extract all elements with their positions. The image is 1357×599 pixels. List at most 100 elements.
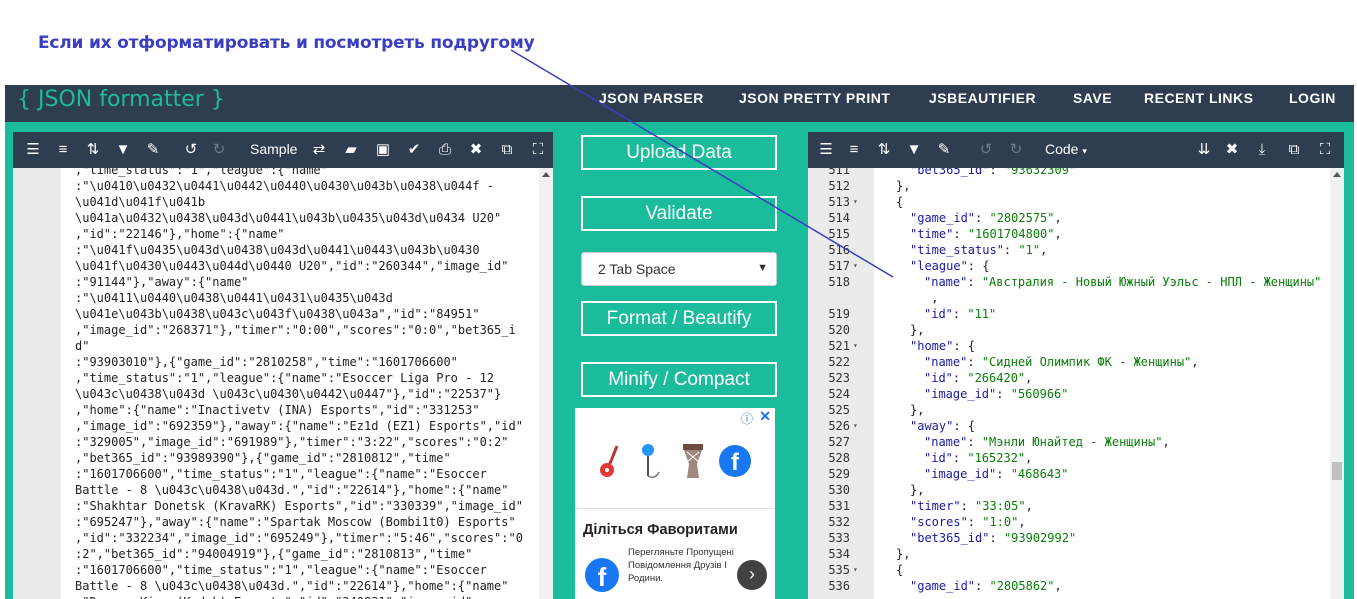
json-key: "home"	[910, 339, 954, 353]
json-key: "name"	[924, 355, 968, 369]
json-key: "name"	[924, 275, 968, 289]
scroll-thumb[interactable]	[1332, 462, 1342, 480]
json-key: "scores"	[910, 515, 968, 529]
fold-toggle-icon[interactable]: ▾	[853, 194, 858, 210]
filter-icon[interactable]: ▼	[113, 140, 133, 160]
sample-button[interactable]: Sample	[250, 141, 297, 157]
scroll-up-arrow-icon[interactable]	[542, 172, 550, 177]
json-key: "away"	[910, 419, 954, 433]
code-text: "league": {	[910, 259, 990, 273]
line-number: 514	[828, 211, 850, 225]
redo-icon[interactable]: ↻	[1006, 140, 1026, 160]
copy-icon[interactable]: ⧉	[1284, 140, 1304, 160]
raw-json-text: ,"time_status":"1","league":{"name" :"\u…	[75, 168, 523, 599]
ad-divider	[575, 508, 775, 509]
sort-icon[interactable]: ⇅	[874, 140, 894, 160]
check-icon[interactable]: ✔	[404, 140, 424, 160]
fold-toggle-icon[interactable]: ▾	[853, 258, 858, 274]
line-number: 519	[828, 307, 850, 321]
code-text: "id": "165232",	[924, 451, 1033, 465]
fold-toggle-icon[interactable]: ▾	[853, 418, 858, 434]
code-line: 515 "time": "1601704800",	[808, 226, 1328, 242]
fold-toggle-icon[interactable]: ▾	[853, 562, 858, 578]
json-key: "bet365_id"	[910, 168, 990, 177]
upload-data-button[interactable]: Upload Data	[581, 135, 777, 170]
input-panel: ☰ ≡ ⇅ ▼ ✎ ↺ ↻ Sample ⇄ ▰ ▣ ✔ ⎙ ✖ ⧉ ⛶ ,"t…	[13, 132, 553, 599]
redo-icon[interactable]: ↻	[209, 140, 229, 160]
advertisement[interactable]: ⓘ ✕ f Діліться Фаворитами f Перегляньте …	[575, 408, 775, 599]
usb-icon[interactable]: ⇄	[309, 140, 329, 160]
scroll-up-arrow-icon[interactable]	[1333, 172, 1341, 177]
json-key: "id"	[924, 371, 953, 385]
ad-close-icon[interactable]: ✕	[759, 408, 771, 425]
compact-icon[interactable]: ≡	[844, 140, 864, 160]
nav-json-parser[interactable]: JSON PARSER	[599, 90, 704, 106]
undo-icon[interactable]: ↺	[976, 140, 996, 160]
wrench-icon[interactable]: ✎	[934, 140, 954, 160]
folder-open-icon[interactable]: ▰	[341, 140, 361, 160]
wrench-icon[interactable]: ✎	[143, 140, 163, 160]
mode-select[interactable]: Code ▾	[1045, 141, 1087, 157]
json-key: "name"	[924, 435, 968, 449]
validate-button[interactable]: Validate	[581, 196, 777, 231]
code-line: 523 "id": "266420",	[808, 370, 1328, 386]
minify-compact-button[interactable]: Minify / Compact	[581, 362, 777, 397]
fullscreen-icon[interactable]: ⛶	[528, 140, 548, 160]
input-scrollbar[interactable]	[539, 168, 553, 599]
clear-icon[interactable]: ✖	[466, 140, 486, 160]
print-icon[interactable]: ⎙	[435, 140, 455, 160]
compact-icon[interactable]: ≡	[53, 140, 73, 160]
fold-toggle-icon[interactable]: ▾	[853, 338, 858, 354]
code-text: "name": "Австралия - Новый Южный Уэльс -…	[924, 275, 1322, 289]
tab-space-select[interactable]: 2 Tab Space ▼	[581, 252, 777, 286]
nav-jsbeautifier[interactable]: JSBEAUTIFIER	[929, 90, 1036, 106]
nav-save[interactable]: SAVE	[1073, 90, 1112, 106]
fullscreen-icon[interactable]: ⛶	[1315, 140, 1335, 160]
code-text: "away": {	[910, 419, 976, 433]
format-icon[interactable]: ☰	[816, 140, 836, 160]
code-line: 513 ▾ {	[808, 194, 1328, 210]
copy-icon[interactable]: ⧉	[497, 140, 517, 160]
sort-icon[interactable]: ⇅	[83, 140, 103, 160]
ad-next-icon[interactable]: ›	[737, 560, 767, 590]
code-line: 516 "time_status": "1",	[808, 242, 1328, 258]
microphone-icon	[637, 442, 663, 482]
code-line: 521 ▾ "home": {	[808, 338, 1328, 354]
json-key: "game_id"	[910, 211, 976, 225]
code-line: 528 "id": "165232",	[808, 450, 1328, 466]
json-key: "time_status"	[910, 243, 1004, 257]
output-panel: ☰ ≡ ⇅ ▼ ✎ ↺ ↻ Code ▾ ⇊ ✖ ⤓ ⧉ ⛶ 511 "bet36…	[808, 132, 1344, 599]
ad-info-icon[interactable]: ⓘ	[741, 410, 753, 427]
save-icon[interactable]: ▣	[373, 140, 393, 160]
site-logo[interactable]: { JSON formatter }	[17, 87, 225, 112]
nav-json-pretty-print[interactable]: JSON PRETTY PRINT	[739, 90, 890, 106]
undo-icon[interactable]: ↺	[181, 140, 201, 160]
line-number: 518	[828, 275, 850, 289]
collapse-icon[interactable]: ⇊	[1194, 140, 1214, 160]
output-editor[interactable]: 511 "bet365_id": "93632309" 512}, 513 ▾{514 "…	[808, 168, 1344, 599]
code-line: 511 "bet365_id": "93632309"	[808, 168, 1328, 178]
code-text: "image_id": "468643"	[924, 467, 1069, 481]
input-editor[interactable]: ,"time_status":"1","league":{"name" :"\u…	[13, 168, 553, 599]
format-icon[interactable]: ☰	[23, 140, 43, 160]
nav-login[interactable]: LOGIN	[1289, 90, 1336, 106]
input-gutter	[13, 168, 61, 599]
line-number: 523	[828, 371, 850, 385]
code-text: "bet365_id": "93902992"	[910, 531, 1077, 545]
line-number: 511	[828, 168, 850, 177]
nav-recent-links[interactable]: RECENT LINKS	[1144, 90, 1253, 106]
code-line: 531 "timer": "33:05",	[808, 498, 1328, 514]
json-value: "Мэнли Юнайтед - Женщины"	[981, 435, 1163, 449]
clear-icon[interactable]: ✖	[1222, 140, 1242, 160]
output-scrollbar[interactable]	[1330, 168, 1344, 599]
filter-icon[interactable]: ▼	[904, 140, 924, 160]
code-text: "time": "1601704800",	[910, 227, 1062, 241]
json-key: "league"	[910, 259, 968, 273]
code-line: 524 "image_id": "560966"	[808, 386, 1328, 402]
code-line: 512},	[808, 178, 1328, 194]
code-text: },	[910, 403, 925, 417]
code-text: },	[910, 323, 925, 337]
code-text: "game_id": "2805862",	[910, 579, 1062, 593]
format-beautify-button[interactable]: Format / Beautify	[581, 301, 777, 336]
download-icon[interactable]: ⤓	[1252, 140, 1272, 160]
